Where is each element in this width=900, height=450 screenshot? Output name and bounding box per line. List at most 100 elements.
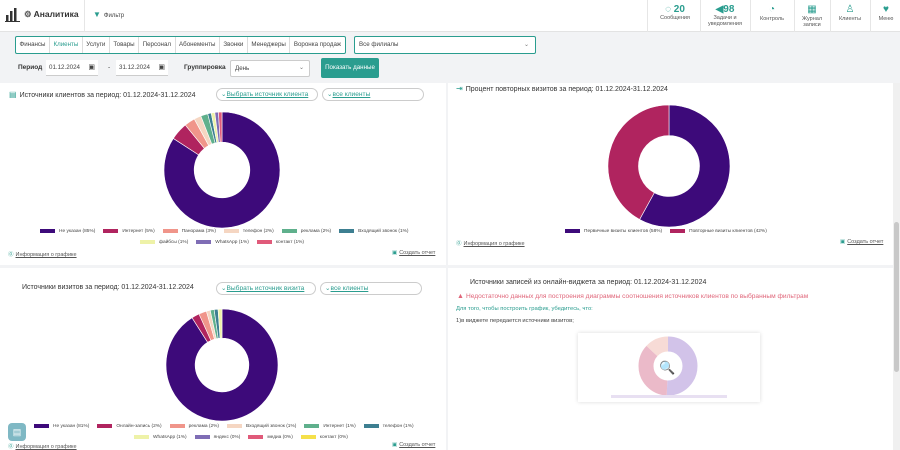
- legend-item[interactable]: Панорама (3%): [162, 226, 216, 237]
- grouping-select[interactable]: День ⌄: [230, 60, 310, 77]
- legend-item[interactable]: Повторные визиты клиентов (42%): [670, 226, 767, 237]
- date-from-input[interactable]: 01.12.2024 ▣: [46, 60, 98, 76]
- legend-label: контакт (1%): [275, 240, 304, 245]
- warning-icon: ▲: [457, 293, 464, 300]
- client-source-select[interactable]: ⌄Выбрать источник клиента: [216, 88, 318, 101]
- support-chat-button[interactable]: ▤: [8, 423, 26, 441]
- tab-goods[interactable]: Товары: [110, 37, 140, 53]
- tab-calls[interactable]: Звонки: [220, 37, 248, 53]
- legend-item[interactable]: яндекс (0%): [194, 432, 241, 443]
- legend-item[interactable]: реклама (2%): [281, 226, 332, 237]
- show-data-button[interactable]: Показать данные: [321, 58, 379, 78]
- create-report-link[interactable]: ▣ Создать отчет: [392, 250, 435, 256]
- funnel-icon: ▼: [93, 10, 101, 19]
- tab-staff[interactable]: Персонал: [139, 37, 176, 53]
- legend-item[interactable]: телефон (1%): [363, 421, 414, 432]
- legend-item[interactable]: Входящий звонок (1%): [227, 421, 296, 432]
- visit-source-select[interactable]: ⌄Выбрать источник визита: [216, 282, 316, 295]
- client-sources-legend: Не указан (85%) Интернет (5%) Панорама (3%…: [40, 226, 416, 248]
- legend-item[interactable]: Интернет (5%): [103, 226, 155, 237]
- info-icon: ⓪: [8, 444, 14, 450]
- legend-item[interactable]: контакт (0%): [300, 432, 348, 443]
- legend-label: медиа (0%): [267, 435, 293, 440]
- document-icon: ▤: [9, 90, 17, 99]
- visit-sources-legend: Не указан (81%) Онлайн-запись (2%) реклама…: [34, 421, 422, 443]
- legend-swatch: [227, 423, 242, 428]
- menu-button[interactable]: ♥ Меню: [872, 4, 900, 30]
- clients-button[interactable]: ♙ Клиенты: [832, 4, 868, 30]
- chart-info-link[interactable]: ⓪ Информация о графике: [8, 250, 77, 258]
- calendar-icon: ▣: [88, 64, 95, 71]
- filter-button[interactable]: ▼ Фильтр: [93, 10, 124, 19]
- legend-swatch: [281, 228, 297, 233]
- legend-item[interactable]: телефон (2%): [223, 226, 274, 237]
- legend-row: WhatsApp (1%) яндекс (0%) медиа (0%) контак…: [34, 432, 422, 443]
- clients-filter-select[interactable]: ⌄все клиенты: [320, 282, 422, 295]
- scrollbar-thumb[interactable]: [894, 222, 899, 372]
- legend-item[interactable]: Интернет (1%): [304, 421, 356, 432]
- legend-item[interactable]: WhatsApp (1%): [196, 237, 249, 248]
- legend-label: Интернет (1%): [323, 424, 356, 429]
- legend-item[interactable]: Не указан (81%): [34, 421, 89, 432]
- date-to-input[interactable]: 31.12.2024 ▣: [116, 60, 168, 76]
- journal-button[interactable]: ▦ Журнал записи: [796, 4, 828, 30]
- legend-label: Не указан (81%): [53, 424, 90, 429]
- legend-label: Интернет (5%): [122, 229, 155, 234]
- divider: [830, 0, 831, 32]
- panel-title: ▤ Источники клиентов за период: 01.12.202…: [9, 90, 196, 99]
- tab-finance[interactable]: Финансы: [16, 37, 50, 53]
- legend-swatch: [194, 434, 210, 439]
- legend-swatch: [140, 239, 155, 244]
- create-report-link[interactable]: ▣ Создать отчет: [392, 442, 435, 448]
- info-icon: ⓪: [456, 241, 462, 247]
- tab-clients[interactable]: Клиенты: [50, 37, 83, 53]
- report-icon: ▣: [840, 239, 846, 245]
- divider: [84, 0, 85, 32]
- create-report-link[interactable]: ▣ Создать отчет: [840, 239, 883, 245]
- divider: [647, 0, 648, 32]
- insufficient-data-warning: ▲ Недостаточно данных для построения диаг…: [457, 293, 809, 300]
- visit-sources-donut: [165, 308, 279, 422]
- tasks-button[interactable]: ◀98 Задачи и уведомления: [703, 4, 747, 30]
- user-icon: ♙: [845, 4, 855, 15]
- calendar-icon: ▣: [158, 64, 165, 71]
- chat-icon: ◌: [665, 4, 672, 15]
- legend-item[interactable]: Первичные визиты клиентов (58%): [565, 226, 662, 237]
- clients-filter-select[interactable]: ⌄все клиенты: [322, 88, 424, 101]
- legend-item[interactable]: Онлайн-запись (2%): [97, 421, 162, 432]
- legend-label: WhatsApp (1%): [153, 435, 187, 440]
- legend-label: Первичные визиты клиентов (58%): [584, 229, 663, 234]
- tab-managers[interactable]: Менеджеры: [248, 37, 291, 53]
- legend-swatch: [339, 228, 355, 233]
- legend-item[interactable]: Не указан (85%): [40, 226, 95, 237]
- chart-info-link[interactable]: ⓪ Информация о графике: [456, 239, 525, 247]
- tab-subscriptions[interactable]: Абонементы: [176, 37, 220, 53]
- magnify-icon[interactable]: 🔍: [655, 355, 680, 380]
- tab-sales-funnel[interactable]: Воронка продаж: [290, 37, 344, 53]
- chart-info-link[interactable]: ⓪ Информация о графике: [8, 442, 77, 450]
- period-label: Период: [18, 64, 43, 71]
- panel-title: Источники визитов за период: 01.12.2024-…: [22, 284, 194, 291]
- legend-label: реклама (2%): [300, 229, 332, 234]
- legend-swatch: [300, 434, 316, 439]
- branch-select[interactable]: Все филиалы ⌄: [354, 36, 536, 54]
- legend-item[interactable]: Входящий звонок (1%): [339, 226, 408, 237]
- category-tabs: Финансы Клиенты Услуги Товары Персонал А…: [15, 36, 346, 54]
- control-button[interactable]: ◔ Контроль: [752, 4, 792, 30]
- gauge-icon: ◔: [768, 4, 776, 15]
- legend-swatch: [40, 228, 55, 233]
- messages-button[interactable]: ◌ 20 Сообщения: [654, 4, 696, 30]
- legend-item[interactable]: файбсы (1%): [140, 237, 188, 248]
- tab-services[interactable]: Услуги: [83, 37, 110, 53]
- legend-swatch: [196, 239, 212, 244]
- divider: [750, 0, 751, 32]
- legend-label: яндекс (0%): [213, 435, 241, 440]
- legend-swatch: [256, 239, 272, 244]
- period-dash: -: [108, 64, 111, 71]
- legend-item[interactable]: контакт (1%): [256, 237, 304, 248]
- legend-item[interactable]: WhatsApp (1%): [134, 432, 187, 443]
- legend-item[interactable]: реклама (2%): [169, 421, 219, 432]
- legend-item[interactable]: медиа (0%): [248, 432, 293, 443]
- report-icon: ▣: [392, 250, 398, 256]
- panel-title: ⇥ Процент повторных визитов за период: 01…: [456, 84, 668, 93]
